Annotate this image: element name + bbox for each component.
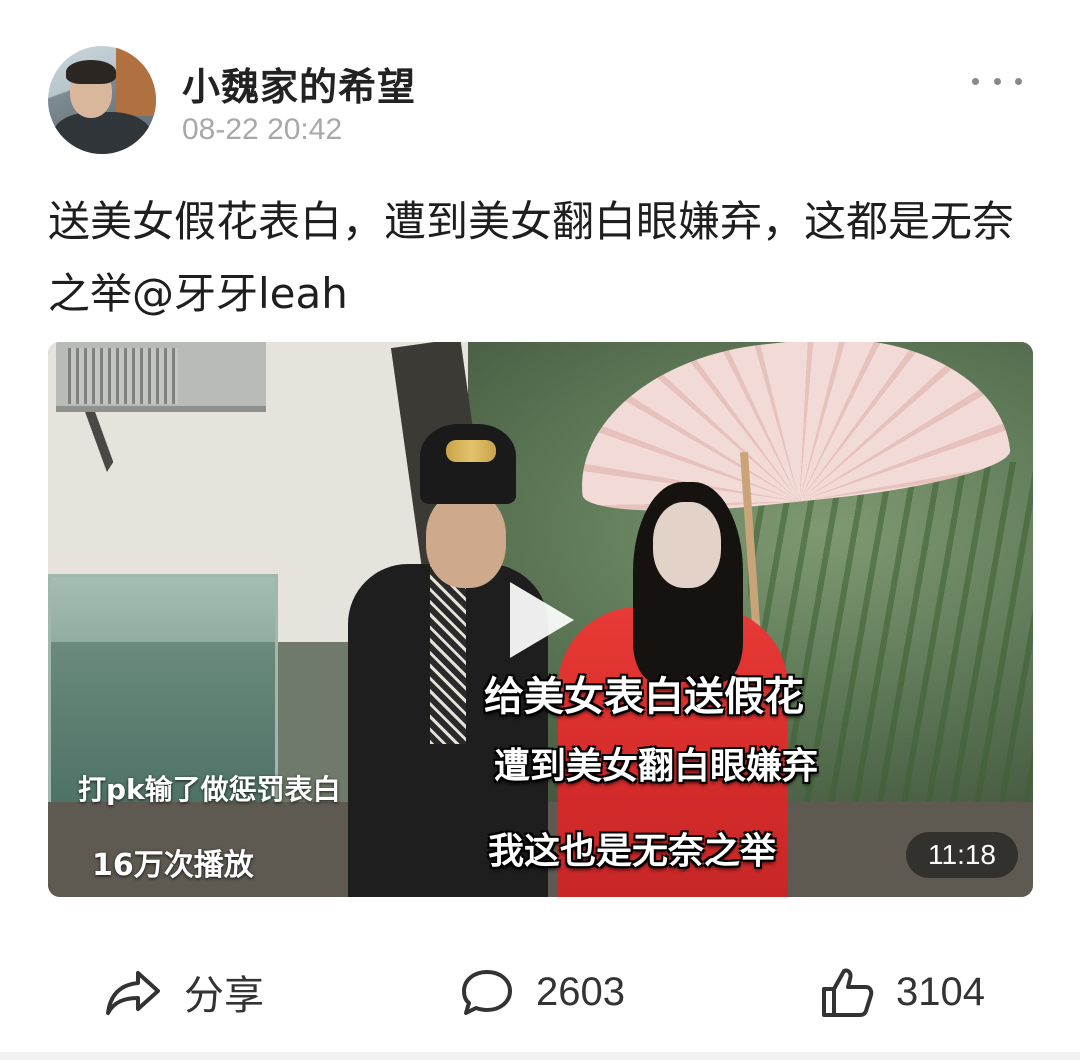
video-caption-2: 遭到美女翻白眼嫌弃 xyxy=(494,746,819,787)
thumbs-up-icon xyxy=(820,965,874,1019)
air-conditioner xyxy=(56,342,266,412)
share-button[interactable]: 分享 xyxy=(104,950,264,1034)
video-duration: 11:18 xyxy=(906,832,1018,878)
video-player[interactable]: 给美女表白送假花 遭到美女翻白眼嫌弃 我这也是无奈之举 打pk输了做惩罚表白 1… xyxy=(48,342,1033,897)
share-label: 分享 xyxy=(184,974,264,1018)
like-count: 3104 xyxy=(896,969,985,1014)
play-count: 16万次播放 xyxy=(92,848,254,883)
author-name[interactable]: 小魏家的希望 xyxy=(182,56,416,111)
more-dots-icon[interactable] xyxy=(972,66,1022,96)
post-timestamp: 08-22 20:42 xyxy=(182,113,343,146)
play-icon[interactable] xyxy=(510,582,574,658)
post-card: 小魏家的希望 08-22 20:42 送美女假花表白，遭到美女翻白眼嫌弃，这都是… xyxy=(0,0,1080,1060)
share-arrow-icon xyxy=(104,967,162,1017)
comment-count: 2603 xyxy=(536,969,625,1014)
like-button[interactable]: 3104 xyxy=(820,950,985,1034)
video-caption-3: 我这也是无奈之举 xyxy=(488,831,777,872)
action-bar: 分享 2603 3104 xyxy=(0,950,1080,1034)
avatar[interactable] xyxy=(48,46,156,154)
post-text: 送美女假花表白，遭到美女翻白眼嫌弃，这都是无奈之举@牙牙leah xyxy=(48,197,1015,318)
video-overlay-text: 打pk输了做惩罚表白 xyxy=(78,773,341,806)
comment-bubble-icon xyxy=(460,967,514,1017)
comment-button[interactable]: 2603 xyxy=(460,950,625,1034)
video-caption-1: 给美女表白送假花 xyxy=(484,674,804,720)
divider xyxy=(0,1052,1080,1060)
